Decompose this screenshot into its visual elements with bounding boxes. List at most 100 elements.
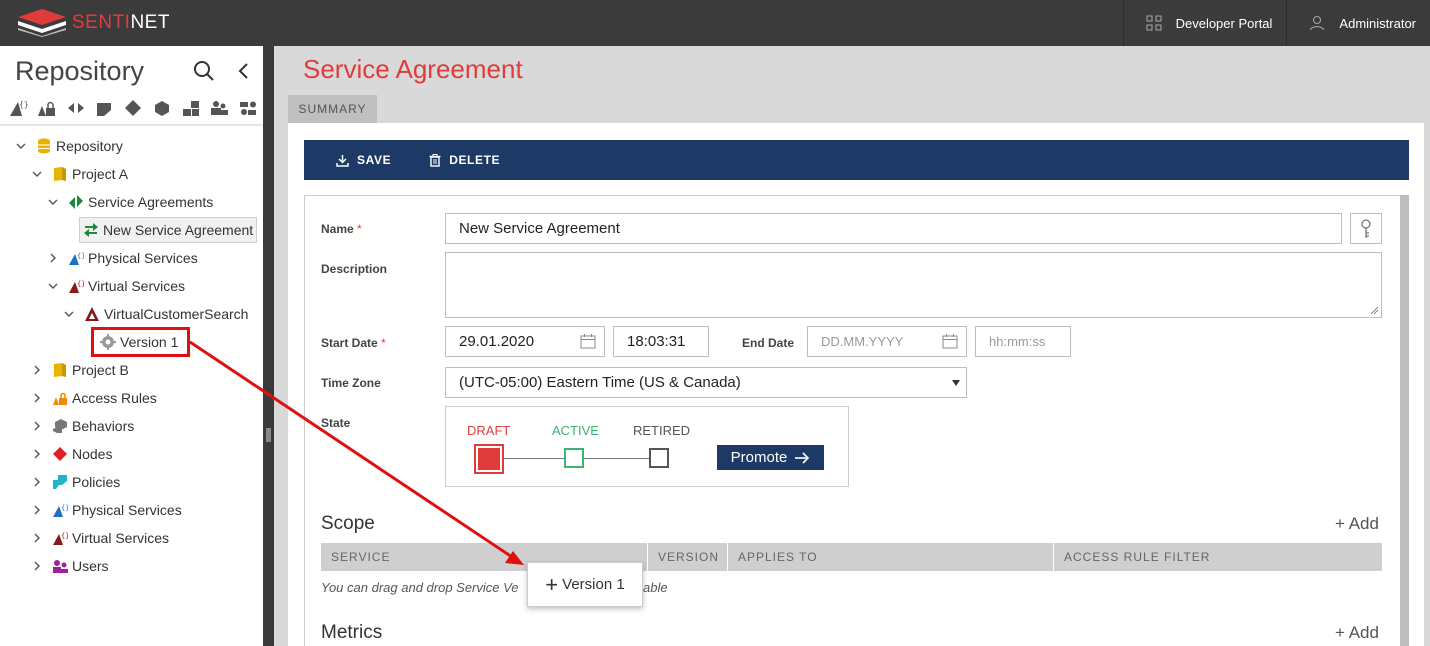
- chevron-down-icon[interactable]: [46, 279, 60, 293]
- chevron-down-icon[interactable]: [46, 195, 60, 209]
- form-scrollbar[interactable]: [1400, 195, 1409, 646]
- folder-icon: [52, 166, 68, 182]
- chevron-right-icon[interactable]: [30, 419, 44, 433]
- save-label: SAVE: [357, 153, 392, 167]
- sentinet-logo[interactable]: SENTINET: [14, 8, 170, 38]
- logo-mark-icon: [18, 9, 66, 37]
- search-icon[interactable]: [193, 60, 215, 82]
- physical-service-icon: {}: [52, 502, 68, 518]
- name-input[interactable]: New Service Agreement: [445, 213, 1342, 244]
- tree-node-label: Behaviors: [72, 418, 135, 434]
- key-button[interactable]: [1350, 213, 1382, 244]
- state-retired-marker[interactable]: [649, 448, 669, 468]
- user-menu[interactable]: Administrator: [1286, 0, 1430, 46]
- tree-node-access-rules[interactable]: Access Rules: [30, 386, 157, 410]
- chevron-down-icon[interactable]: [30, 167, 44, 181]
- svg-text:{}: {}: [61, 532, 68, 540]
- chevron-right-icon[interactable]: [30, 531, 44, 545]
- developer-portal-link[interactable]: Developer Portal: [1122, 0, 1287, 46]
- splitter-grip[interactable]: [266, 428, 271, 442]
- calendar-icon[interactable]: [942, 334, 958, 349]
- end-date-input[interactable]: DD.MM.YYYY: [807, 326, 967, 357]
- tree-node-physical-services[interactable]: {} Physical Services: [46, 246, 198, 270]
- scope-title: Scope: [321, 513, 375, 534]
- collapse-chevron-icon[interactable]: [235, 60, 251, 82]
- state-active-label: ACTIVE: [552, 423, 599, 438]
- lock-filter-icon[interactable]: [37, 98, 57, 118]
- description-textarea[interactable]: [445, 252, 1382, 318]
- tab-summary[interactable]: SUMMARY: [288, 95, 377, 123]
- behavior-filter-icon[interactable]: [152, 98, 172, 118]
- tree-node-virtual-services[interactable]: {} Virtual Services: [46, 274, 185, 298]
- start-time-input[interactable]: 18:03:31: [613, 326, 709, 357]
- delete-label: DELETE: [449, 153, 501, 167]
- timezone-select[interactable]: (UTC-05:00) Eastern Time (US & Canada): [445, 367, 967, 398]
- sidebar-splitter[interactable]: [263, 46, 274, 646]
- exchange-filter-icon[interactable]: [66, 98, 86, 118]
- promote-button[interactable]: Promote: [717, 445, 824, 470]
- column-applies-to[interactable]: APPLIES TO: [728, 543, 1054, 571]
- settings-filter-icon[interactable]: [238, 98, 258, 118]
- arrow-right-icon: [795, 451, 810, 464]
- column-version[interactable]: VERSION: [648, 543, 728, 571]
- tree-node-users[interactable]: Users: [30, 554, 109, 578]
- calendar-icon[interactable]: [580, 334, 596, 349]
- tree-node-repository[interactable]: Repository: [14, 134, 123, 158]
- column-access-rule-filter[interactable]: ACCESS RULE FILTER: [1054, 543, 1382, 571]
- api-filter-icon[interactable]: {}: [8, 98, 29, 118]
- delete-button[interactable]: DELETE: [429, 153, 500, 167]
- name-label: Name *: [321, 222, 362, 236]
- cubes-filter-icon[interactable]: [181, 98, 201, 118]
- virtual-service-icon: {}: [52, 530, 68, 546]
- tree-node-label: Physical Services: [72, 502, 182, 518]
- tree-node-service-agreements[interactable]: Service Agreements: [46, 190, 213, 214]
- developer-portal-label: Developer Portal: [1175, 15, 1273, 31]
- drag-preview-chip[interactable]: + Version 1: [527, 562, 643, 607]
- state-retired-label: RETIRED: [633, 423, 691, 438]
- tree-node-nodes[interactable]: Nodes: [30, 442, 112, 466]
- end-time-input[interactable]: hh:mm:ss: [975, 326, 1071, 357]
- svg-text:{}: {}: [77, 280, 84, 288]
- cubes-icon: [52, 418, 68, 434]
- state-draft-marker[interactable]: [474, 444, 504, 474]
- agreement-icon: [68, 194, 84, 210]
- tree-node-label: New Service Agreement: [103, 222, 254, 238]
- sidebar-title: Repository: [15, 56, 145, 86]
- tree-node-label: Policies: [72, 474, 121, 490]
- scope-add-link[interactable]: + Add: [1335, 514, 1379, 534]
- tree-node-project-a[interactable]: Project A: [30, 162, 128, 186]
- drag-chip-label: Version 1: [562, 576, 625, 593]
- state-label: State: [321, 416, 351, 430]
- highlight-box: [91, 327, 190, 357]
- chevron-right-icon[interactable]: [30, 363, 44, 377]
- tree-node-project-b[interactable]: Project B: [30, 358, 129, 382]
- policy-icon: [52, 474, 68, 490]
- tree-node-virtualcustomersearch[interactable]: VirtualCustomerSearch: [62, 302, 248, 326]
- users-filter-icon[interactable]: [209, 98, 229, 118]
- chevron-right-icon[interactable]: [46, 251, 60, 265]
- chevron-down-icon[interactable]: [62, 307, 76, 321]
- node-filter-icon[interactable]: [123, 98, 143, 118]
- tree-node-policies[interactable]: Policies: [30, 470, 120, 494]
- state-active-marker[interactable]: [564, 448, 584, 468]
- chevron-right-icon[interactable]: [30, 475, 44, 489]
- tree-node-label: Repository: [56, 138, 123, 154]
- tree-node-label: Users: [72, 558, 109, 574]
- tree-node-virtual-services-root[interactable]: {} Virtual Services: [30, 526, 169, 550]
- tree-node-new-service-agreement[interactable]: New Service Agreement: [79, 217, 258, 243]
- tree-node-physical-services-root[interactable]: {} Physical Services: [30, 498, 182, 522]
- tree-node-label: Nodes: [72, 446, 113, 462]
- chevron-right-icon[interactable]: [30, 391, 44, 405]
- policy-filter-icon[interactable]: [94, 98, 114, 118]
- chevron-right-icon[interactable]: [30, 559, 44, 573]
- promote-label: Promote: [730, 449, 788, 466]
- tree-node-behaviors[interactable]: Behaviors: [30, 414, 134, 438]
- chevron-right-icon[interactable]: [30, 503, 44, 517]
- start-date-input[interactable]: 29.01.2020: [445, 326, 605, 357]
- chevron-right-icon[interactable]: [30, 447, 44, 461]
- save-button[interactable]: SAVE: [336, 153, 391, 167]
- metrics-add-link[interactable]: + Add: [1335, 623, 1379, 643]
- chevron-down-icon[interactable]: [14, 139, 28, 153]
- resize-handle-icon[interactable]: [1370, 306, 1379, 315]
- sidebar-separator: [0, 124, 263, 126]
